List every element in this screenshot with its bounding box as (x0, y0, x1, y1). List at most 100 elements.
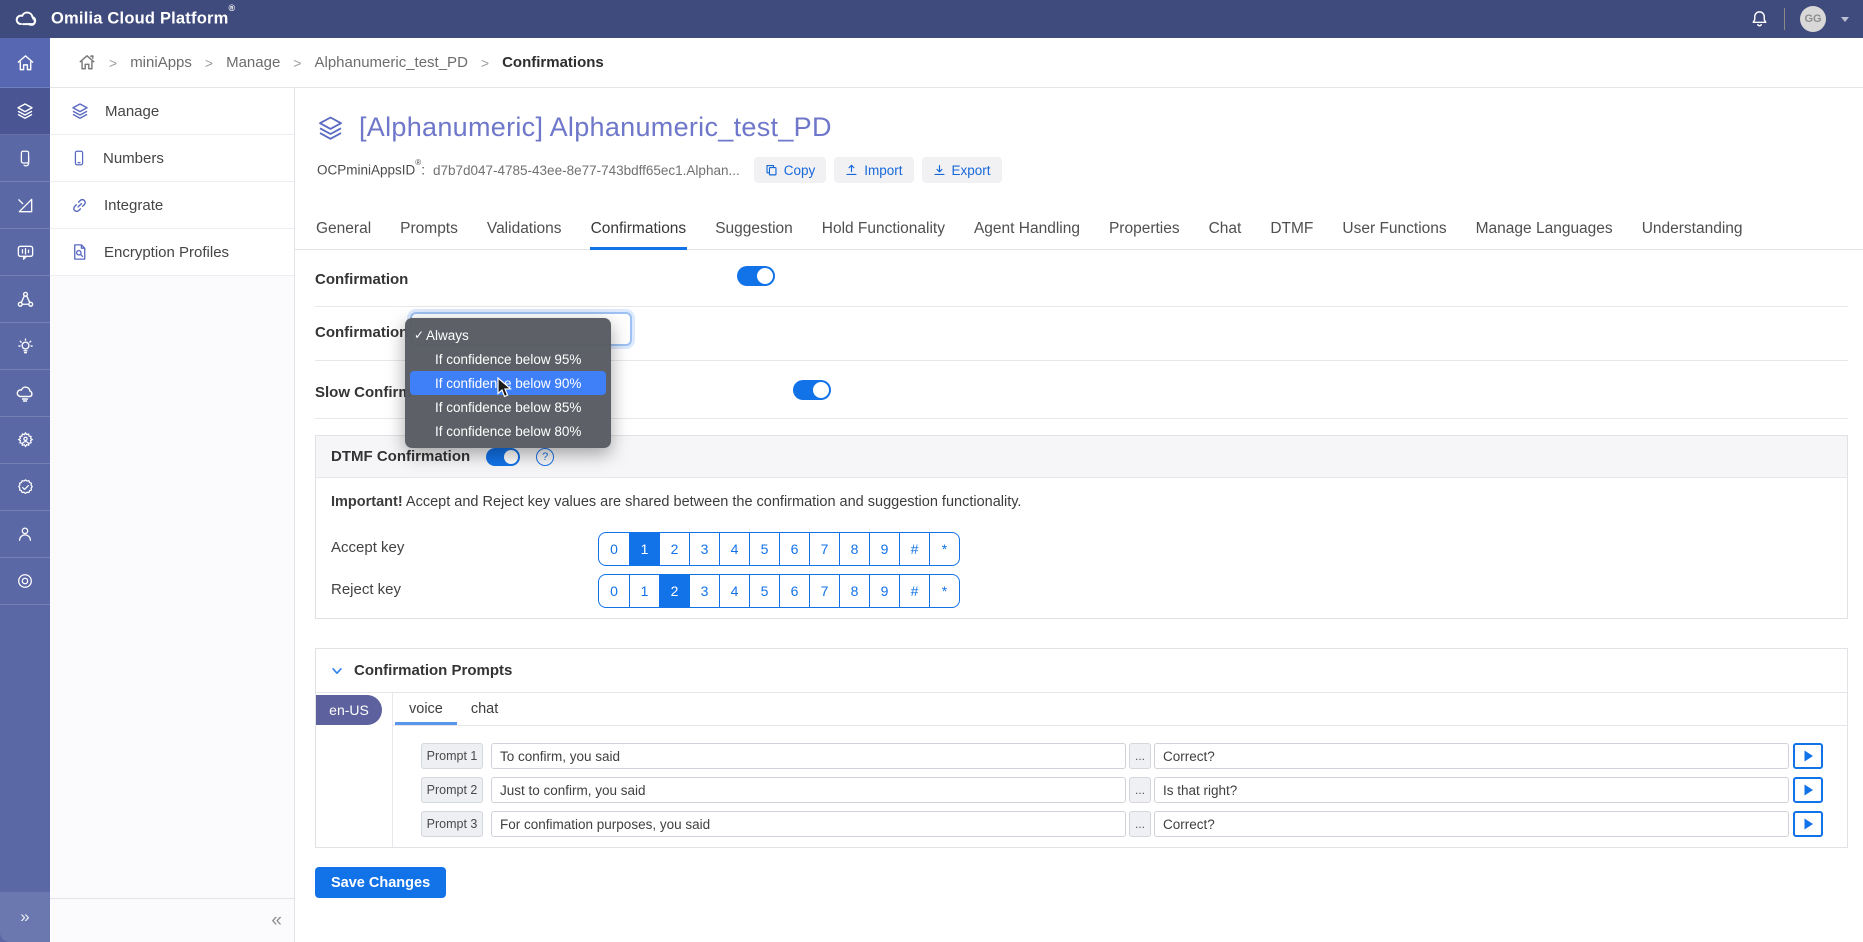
dropdown-option-below-95[interactable]: If confidence below 95% (405, 347, 611, 371)
panel-collapse-button[interactable]: « (271, 910, 282, 932)
sidebar-item-numbers[interactable]: Numbers (50, 135, 294, 182)
copy-button[interactable]: Copy (754, 157, 827, 183)
rail-numbers[interactable] (0, 135, 50, 182)
accept-key-3[interactable]: 3 (689, 533, 719, 565)
divider (392, 725, 1847, 726)
reject-key-1[interactable]: 1 (629, 575, 659, 607)
help-icon[interactable]: ? (536, 448, 554, 466)
reject-key-hash[interactable]: # (899, 575, 929, 607)
rail-network[interactable] (0, 276, 50, 323)
prompt-3-text-input[interactable] (491, 811, 1126, 837)
accept-key-2[interactable]: 2 (659, 533, 689, 565)
language-pill[interactable]: en-US (316, 695, 382, 725)
rail-cloud[interactable] (0, 370, 50, 417)
sidebar-item-integrate[interactable]: Integrate (50, 182, 294, 229)
confirmation-toggle[interactable] (737, 266, 775, 286)
avatar[interactable]: GG (1800, 6, 1826, 32)
tab-confirmations[interactable]: Confirmations (590, 211, 688, 250)
tab-hold-functionality[interactable]: Hold Functionality (821, 211, 946, 250)
rail-insights[interactable] (0, 323, 50, 370)
rail-voice[interactable] (0, 229, 50, 276)
rail-home[interactable] (0, 38, 50, 88)
tab-agent-handling[interactable]: Agent Handling (973, 211, 1081, 250)
caret-down-icon[interactable] (1841, 17, 1849, 22)
reject-key-5[interactable]: 5 (749, 575, 779, 607)
prompt-3-suffix-input[interactable] (1154, 811, 1789, 837)
reject-key-0[interactable]: 0 (599, 575, 629, 607)
rail-manage[interactable] (0, 88, 50, 135)
accept-key-6[interactable]: 6 (779, 533, 809, 565)
play-button[interactable] (1793, 777, 1823, 803)
play-button[interactable] (1793, 811, 1823, 837)
tab-understanding[interactable]: Understanding (1641, 211, 1744, 250)
tab-chat[interactable]: Chat (1208, 211, 1243, 250)
accept-key-8[interactable]: 8 (839, 533, 869, 565)
save-changes-button[interactable]: Save Changes (315, 867, 446, 898)
export-button[interactable]: Export (922, 157, 1002, 183)
reject-key-3[interactable]: 3 (689, 575, 719, 607)
notifications-bell-icon[interactable] (1750, 9, 1769, 29)
accept-key-9[interactable]: 9 (869, 533, 899, 565)
accept-key-1[interactable]: 1 (629, 533, 659, 565)
tab-prompts[interactable]: Prompts (399, 211, 459, 250)
sidebar-item-encryption-profiles[interactable]: Encryption Profiles (50, 229, 294, 276)
prompt-1-more-button[interactable]: ... (1129, 743, 1151, 769)
dtmf-confirmation-toggle[interactable] (486, 448, 520, 466)
import-button[interactable]: Import (834, 157, 913, 183)
breadcrumb-separator: > (109, 55, 117, 71)
reject-key-7[interactable]: 7 (809, 575, 839, 607)
rail-certify[interactable] (0, 464, 50, 511)
sidebar-item-manage[interactable]: Manage (50, 88, 294, 135)
tab-properties[interactable]: Properties (1108, 211, 1181, 250)
brand: Omilia Cloud Platform® (14, 9, 235, 29)
reject-key-9[interactable]: 9 (869, 575, 899, 607)
dropdown-option-below-80[interactable]: If confidence below 80% (405, 419, 611, 443)
rail-profile[interactable] (0, 511, 50, 558)
accept-key-0[interactable]: 0 (599, 533, 629, 565)
home-icon[interactable] (78, 54, 96, 71)
prompt-2-suffix-input[interactable] (1154, 777, 1789, 803)
main-content: [Alphanumeric] Alphanumeric_test_PD OCPm… (295, 88, 1863, 942)
reject-key-8[interactable]: 8 (839, 575, 869, 607)
reject-key-star[interactable]: * (929, 575, 959, 607)
prompt-1-suffix-input[interactable] (1154, 743, 1789, 769)
reject-key-6[interactable]: 6 (779, 575, 809, 607)
tab-user-functions[interactable]: User Functions (1341, 211, 1447, 250)
prompt-2-more-button[interactable]: ... (1129, 777, 1151, 803)
cloud-icon (15, 384, 35, 402)
accept-key-hash[interactable]: # (899, 533, 929, 565)
tab-chat[interactable]: chat (457, 695, 512, 725)
tab-suggestion[interactable]: Suggestion (714, 211, 794, 250)
tab-dtmf[interactable]: DTMF (1269, 211, 1314, 250)
chat-audio-icon (16, 243, 35, 262)
breadcrumb-miniapps[interactable]: miniApps (130, 54, 192, 71)
prompt-3-more-button[interactable]: ... (1129, 811, 1151, 837)
badge-check-icon (16, 478, 35, 497)
rail-collapse-button[interactable]: » (0, 892, 50, 942)
breadcrumb-app[interactable]: Alphanumeric_test_PD (314, 54, 467, 71)
rail-support[interactable] (0, 558, 50, 605)
tab-manage-languages[interactable]: Manage Languages (1475, 211, 1614, 250)
tab-voice[interactable]: voice (395, 695, 457, 725)
accept-key-5[interactable]: 5 (749, 533, 779, 565)
accept-key-star[interactable]: * (929, 533, 959, 565)
slow-confirmation-toggle[interactable] (793, 380, 831, 400)
sidebar-item-label: Numbers (103, 150, 164, 167)
prompt-1-text-input[interactable] (491, 743, 1126, 769)
breadcrumb-separator: > (293, 55, 301, 71)
tab-validations[interactable]: Validations (486, 211, 563, 250)
rail-admin[interactable] (0, 417, 50, 464)
accept-key-7[interactable]: 7 (809, 533, 839, 565)
play-button[interactable] (1793, 743, 1823, 769)
rail-tools[interactable] (0, 182, 50, 229)
tab-general[interactable]: General (315, 211, 372, 250)
confirmation-prompts-header[interactable]: Confirmation Prompts (316, 649, 1847, 693)
sidebar-item-label: Integrate (104, 197, 163, 214)
dropdown-option-always[interactable]: ✓ Always (405, 323, 611, 347)
breadcrumb-manage[interactable]: Manage (226, 54, 280, 71)
prompt-2-text-input[interactable] (491, 777, 1126, 803)
reject-key-4[interactable]: 4 (719, 575, 749, 607)
accept-key-4[interactable]: 4 (719, 533, 749, 565)
prompt-channel-tabs: voice chat (395, 695, 512, 725)
reject-key-2[interactable]: 2 (659, 575, 689, 607)
